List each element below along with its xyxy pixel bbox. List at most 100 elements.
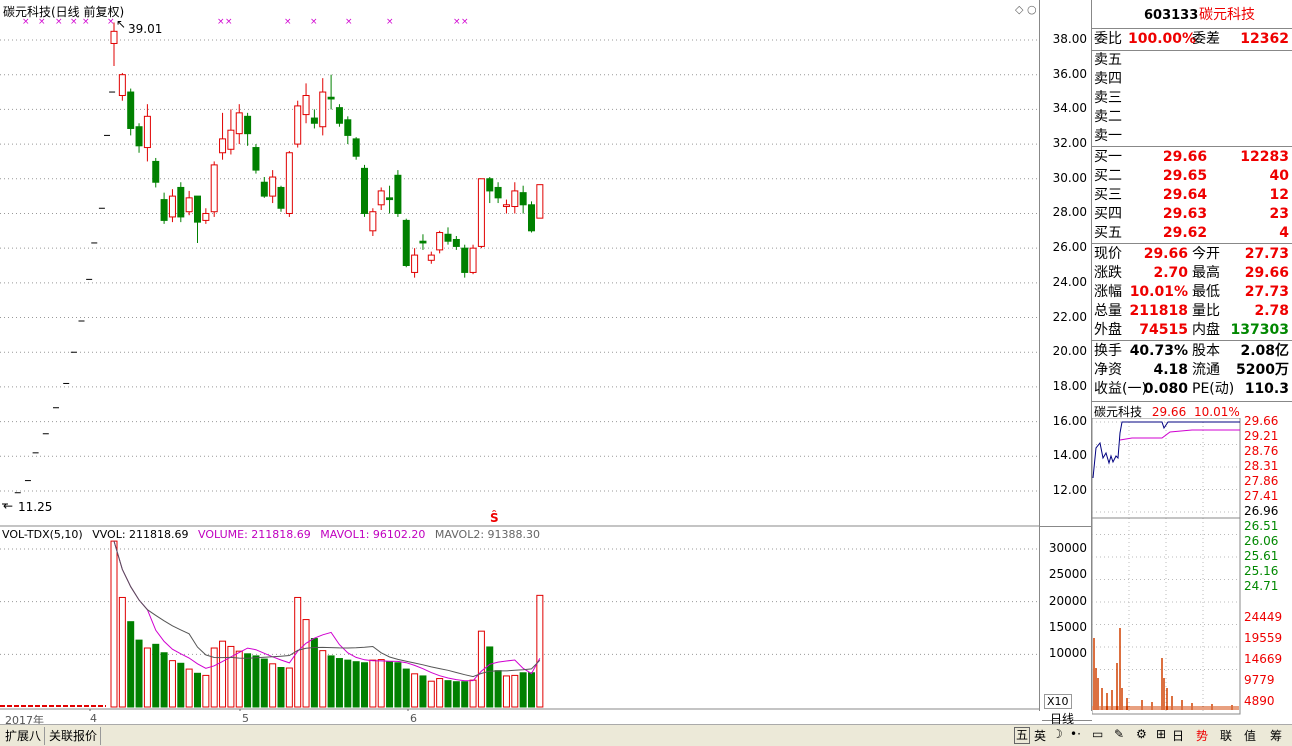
stat-row: 涨跌 2.70 最高 29.66 — [1092, 264, 1292, 283]
mavol2-value: MAVOL2: 91388.30 — [434, 528, 541, 541]
volume-bar — [302, 619, 310, 708]
candle-body — [536, 184, 544, 219]
event-marker-icon: × — [38, 17, 46, 27]
toolbar-right: 五 英 ☽ •· ▭ ✎ ⚙ ⊞ 日 势 联 值 筹 — [1012, 727, 1292, 745]
settings-icon[interactable]: ⚙ — [1136, 727, 1147, 741]
volume-legend: VOL-TDX(5,10) VVOL: 211818.69 VOLUME: 21… — [2, 528, 546, 541]
volume-bar — [269, 663, 277, 708]
mini-price-label: 27.41 — [1244, 489, 1279, 503]
candle-body — [152, 160, 160, 183]
candle-body — [202, 212, 210, 221]
candle-body — [369, 211, 377, 232]
fund-label: 股本 — [1192, 343, 1220, 359]
volume-bar — [327, 655, 335, 708]
five-button[interactable]: 五 — [1014, 727, 1031, 744]
buy-row: 买五 29.62 4 — [1092, 224, 1292, 243]
price-axis-label: 14.00 — [1052, 448, 1087, 463]
buy-price: 29.64 — [1162, 187, 1208, 203]
candle-body — [411, 254, 419, 273]
volume-axis-label: 30000 — [1048, 541, 1087, 555]
keyboard-icon[interactable]: ▭ — [1092, 727, 1103, 741]
s-marker-icon: Ŝ — [490, 511, 499, 525]
event-marker-icon: × — [453, 17, 461, 27]
candle-body — [244, 115, 252, 135]
buy-volume: 4 — [1279, 225, 1289, 241]
sell-row: 卖五 — [1092, 51, 1292, 70]
stock-name: 碳元科技 — [1199, 7, 1255, 23]
stat-value: 74515 — [1139, 322, 1188, 338]
link-button[interactable]: 联 — [1220, 727, 1232, 744]
volume-bar — [369, 659, 377, 708]
bar-icon[interactable]: ⊞ — [1156, 727, 1166, 741]
vol-indicator-name[interactable]: VOL-TDX(5,10) — [2, 528, 83, 541]
price-axis-label: 34.00 — [1052, 101, 1087, 116]
candle-body — [260, 181, 268, 197]
event-marker-icon: × — [461, 17, 469, 27]
trend-button[interactable]: 势 — [1196, 727, 1208, 744]
event-marker-icon: × — [55, 17, 63, 27]
mavol2-line — [113, 540, 541, 678]
volume-bar — [461, 681, 469, 708]
candle-body — [327, 96, 335, 100]
stat-label: 涨幅 — [1094, 284, 1122, 300]
kline-svg: × × × × × × × × × × × × × × — [0, 17, 1040, 711]
volume-bar — [118, 596, 126, 708]
buy-row: 买二 29.65 40 — [1092, 167, 1292, 186]
tab-extension[interactable]: 扩展八 — [2, 727, 46, 745]
value-button[interactable]: 值 — [1244, 727, 1256, 744]
moon-icon[interactable]: ☽ — [1052, 727, 1063, 741]
mini-price-label: 27.86 — [1244, 474, 1279, 488]
volume-bar — [160, 652, 168, 708]
volume-bar — [494, 670, 502, 708]
price-axis-label: 16.00 — [1052, 413, 1087, 428]
price-axis: 38.00 36.00 34.00 32.00 30.00 28.00 26.00 24.00… — [1040, 0, 1092, 726]
mini-stock-name: 碳元科技 — [1094, 405, 1143, 419]
stat-row: 总量 211818 量比 2.78 — [1092, 302, 1292, 321]
event-marker-icon: × — [70, 17, 78, 27]
volume-bar — [244, 653, 252, 708]
candle-body — [235, 112, 243, 135]
kline-chart-panel[interactable]: 碳元科技(日线 前复权) ◇ ○ × × × × × × × × × × × × × × 39.01 11… — [0, 0, 1040, 727]
candle-body — [135, 126, 143, 147]
chip-button[interactable]: 筹 — [1270, 727, 1282, 744]
arrow-left-icon: ← — [3, 499, 14, 513]
english-button[interactable]: 英 — [1034, 727, 1046, 744]
candle-body — [302, 95, 310, 116]
candle-body — [469, 247, 477, 273]
fund-row: 净资 4.18 流通 5200万 — [1092, 361, 1292, 380]
buy-label: 买一 — [1094, 149, 1122, 165]
price-axis-label: 24.00 — [1052, 274, 1087, 289]
x10-badge[interactable]: X10 — [1044, 694, 1072, 709]
stat-label: 量比 — [1192, 303, 1220, 319]
volume-bar — [528, 672, 535, 708]
volume-bar — [486, 646, 494, 708]
volume-bar — [419, 675, 427, 708]
low-price-label: 11.25 — [18, 500, 53, 514]
bottom-tab-bar: 扩展八 关联报价 五 英 ☽ •· ▭ ✎ ⚙ ⊞ 日 势 联 值 筹 — [0, 724, 1292, 746]
candle-body — [377, 190, 385, 206]
day-button[interactable]: 日 — [1172, 727, 1184, 744]
price-axis-label: 18.00 — [1052, 378, 1087, 393]
stat-value: 27.73 — [1244, 284, 1289, 300]
wrench-icon[interactable]: ✎ — [1114, 727, 1124, 741]
mini-price-label: 26.06 — [1244, 534, 1279, 548]
divider — [1092, 243, 1292, 244]
volume-bar — [135, 639, 143, 708]
dot-icon[interactable]: •· — [1070, 727, 1081, 741]
event-marker-icon: × — [225, 17, 233, 27]
fund-label: PE(动) — [1192, 381, 1235, 397]
stat-label: 总量 — [1094, 303, 1122, 319]
buy-price: 29.66 — [1162, 149, 1208, 165]
fund-value: 0.080 — [1143, 381, 1188, 397]
price-axis-label: 36.00 — [1052, 66, 1087, 81]
buy-price: 29.63 — [1162, 206, 1208, 222]
candle-body — [452, 238, 460, 247]
tab-related-quote[interactable]: 关联报价 — [46, 727, 102, 745]
candle-body — [486, 178, 494, 192]
fund-label: 流通 — [1192, 362, 1220, 378]
event-marker-icon: × — [82, 17, 90, 27]
stat-label: 今开 — [1192, 246, 1220, 262]
candle-body — [127, 91, 135, 129]
mini-price-label: 29.66 — [1244, 414, 1279, 428]
volume-bar — [511, 674, 519, 708]
